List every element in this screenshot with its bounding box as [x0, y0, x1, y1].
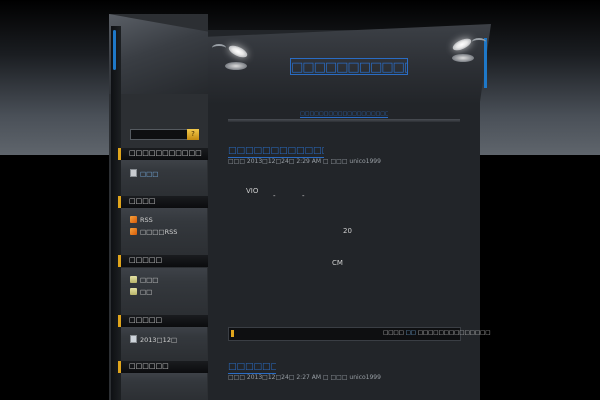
nav-suffix: □□□□□□□□□□□□□□	[417, 330, 491, 336]
post-text: 20	[343, 227, 352, 235]
widget-body	[121, 373, 207, 400]
page-icon	[130, 169, 137, 177]
widget-title: □□□□□	[118, 255, 211, 267]
widget-title: □□□□	[118, 196, 211, 208]
post-text: -	[273, 192, 276, 200]
post-meta: □□□ 2013□12□24□ 2:27 AM □ □□□ unico1999	[228, 374, 381, 381]
lamp-arm	[472, 38, 486, 46]
folder-icon	[130, 276, 137, 283]
sidebar-accent	[113, 30, 116, 70]
search-button[interactable]: ?	[187, 129, 199, 140]
sidebar-item-category[interactable]: □□	[130, 288, 152, 297]
lamp-glow	[452, 54, 474, 62]
header-divider	[228, 119, 460, 122]
calendar-icon	[130, 335, 137, 343]
sidebar-item-page[interactable]: □□□	[130, 169, 158, 179]
nav-marker	[231, 330, 234, 337]
nav-link[interactable]: □□	[406, 330, 416, 336]
widget-title: □□□□□□□□□□□	[118, 148, 211, 160]
rss-icon	[130, 216, 137, 223]
post-title[interactable]: □□□□□□□□□□□□□□□□	[228, 146, 324, 158]
widget-title: □□□□□	[118, 315, 211, 327]
post-text: VIO	[246, 187, 259, 195]
sidebar-item-comments-rss[interactable]: □□□□RSS	[130, 228, 177, 237]
post-meta: □□□ 2013□12□24□ 2:29 AM □ □□□ unico1999	[228, 158, 381, 165]
search-input[interactable]	[130, 129, 188, 140]
sidebar-item-rss[interactable]: RSS	[130, 216, 153, 225]
sidebar-item-category[interactable]: □□□	[130, 276, 158, 285]
lamp-glow	[225, 62, 247, 70]
site-tagline: □□□□□□□□□□□□□□□□□□□□□□□□□□	[300, 111, 388, 118]
sidebar-edge	[111, 26, 121, 400]
widget-title: □□□□□□	[118, 361, 211, 373]
folder-icon	[130, 288, 137, 295]
site-title[interactable]: □□□□□□□□□□□□□□	[290, 58, 408, 75]
rss-icon	[130, 228, 137, 235]
lamp-arm	[212, 44, 226, 52]
post-navigation-text: □□□□ □□ □□□□□□□□□□□□□□	[383, 330, 490, 336]
nav-prefix: □□□□	[383, 330, 404, 336]
post-text: -	[302, 192, 305, 200]
sidebar-item-archive[interactable]: 2013□12□	[130, 335, 177, 345]
post-text: CM	[332, 259, 343, 267]
post-title[interactable]: □□□□□□□□	[228, 362, 276, 374]
